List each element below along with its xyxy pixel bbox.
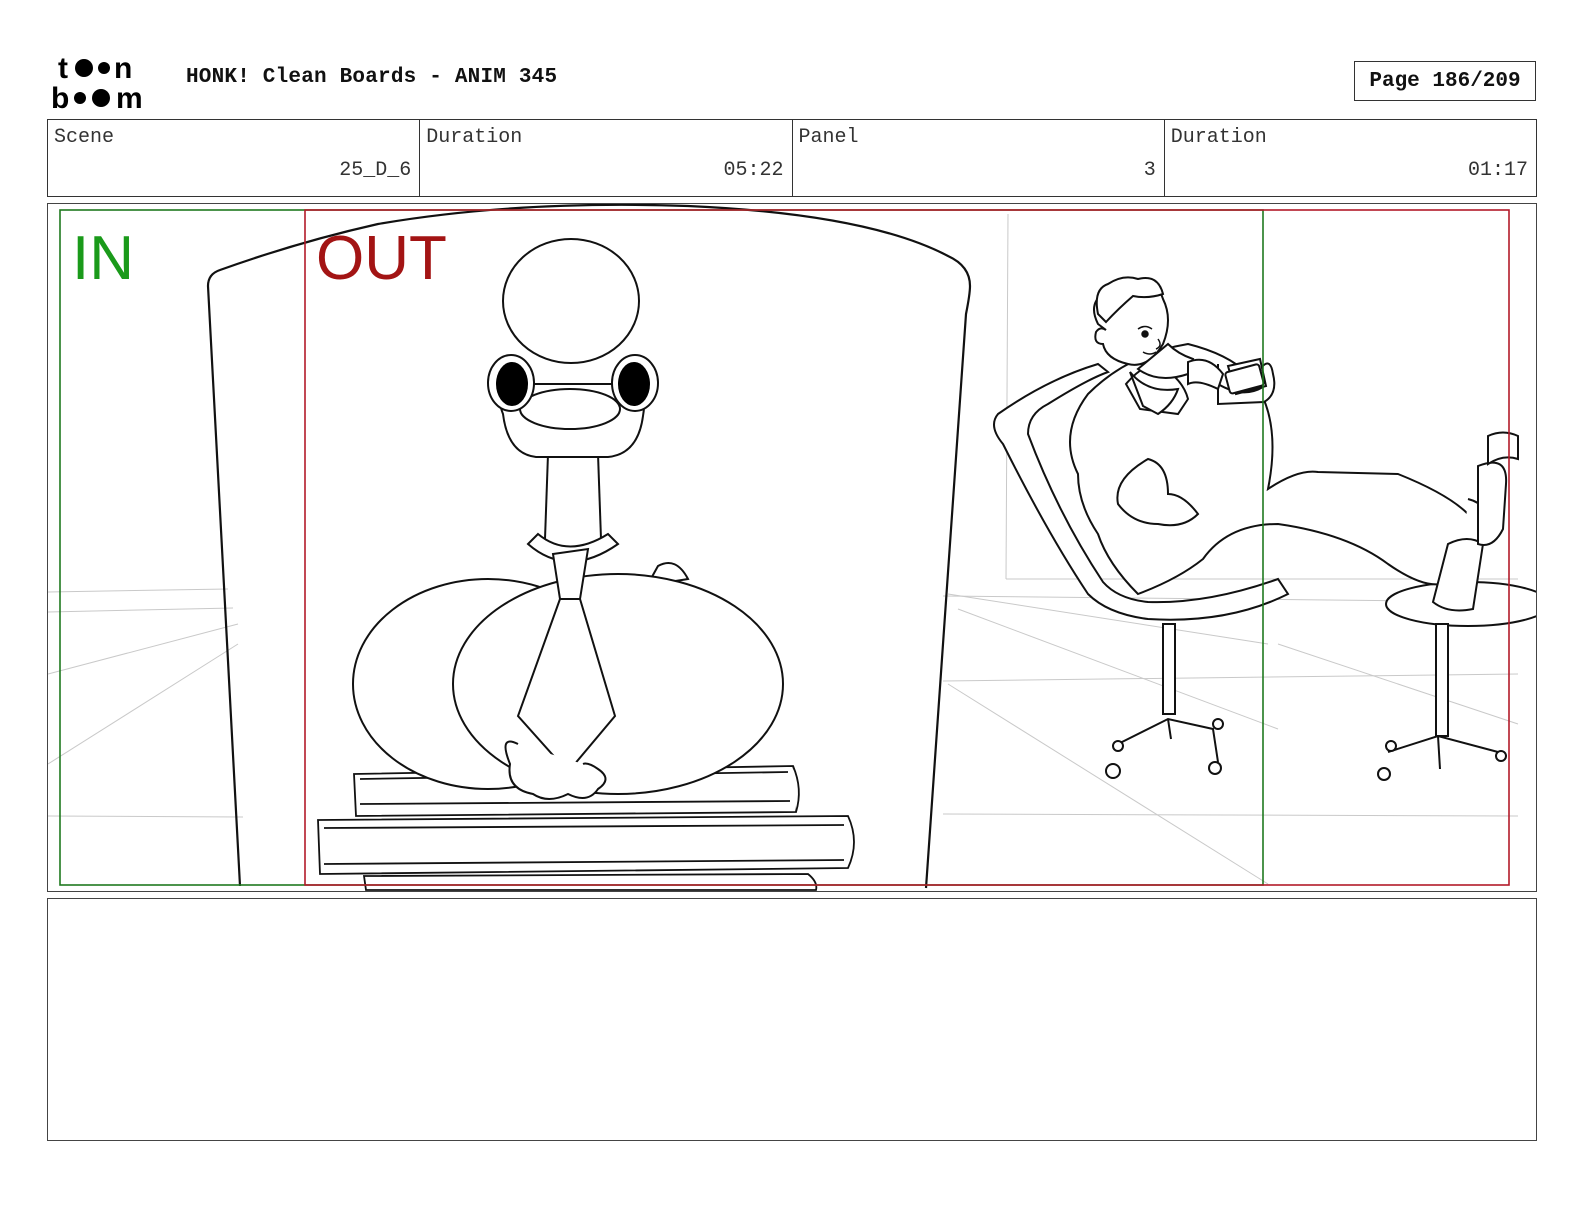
svg-text:t: t xyxy=(58,52,68,85)
man-character xyxy=(1069,276,1519,612)
panel-artwork xyxy=(48,204,1536,891)
panel-value: 3 xyxy=(1143,159,1156,182)
in-frame-label: IN xyxy=(72,224,134,293)
panel-duration-cell: Duration 01:17 xyxy=(1165,120,1536,196)
panel-duration-value: 01:17 xyxy=(1467,159,1528,182)
scene-duration-value: 05:22 xyxy=(723,159,784,182)
duck-right-eye xyxy=(618,362,650,406)
svg-text:m: m xyxy=(116,82,143,112)
scene-info-table: Scene 25_D_6 Duration 05:22 Panel 3 Dura… xyxy=(47,119,1537,197)
page-label: Page 186/209 xyxy=(1369,69,1521,93)
document-title: HONK! Clean Boards - ANIM 345 xyxy=(186,66,558,89)
scene-cell: Scene 25_D_6 xyxy=(48,120,421,196)
panel-duration-label: Duration xyxy=(1170,126,1267,149)
panel-cell: Panel 3 xyxy=(793,120,1165,196)
scene-duration-cell: Duration 05:22 xyxy=(420,120,793,196)
scene-label: Scene xyxy=(54,126,115,149)
toon-boom-logo: t n b m xyxy=(50,50,165,115)
panel-label: Panel xyxy=(798,126,859,149)
page-indicator: Page 186/209 xyxy=(1354,61,1536,101)
scene-value: 25_D_6 xyxy=(339,159,412,182)
out-frame-label: OUT xyxy=(316,224,447,293)
svg-text:n: n xyxy=(114,52,132,85)
duck-left-eye xyxy=(496,362,528,406)
svg-text:b: b xyxy=(51,82,69,112)
panel-notes-box xyxy=(47,898,1537,1141)
scene-duration-label: Duration xyxy=(426,126,523,149)
storyboard-panel: IN OUT xyxy=(47,203,1537,892)
duck-character xyxy=(352,238,784,800)
